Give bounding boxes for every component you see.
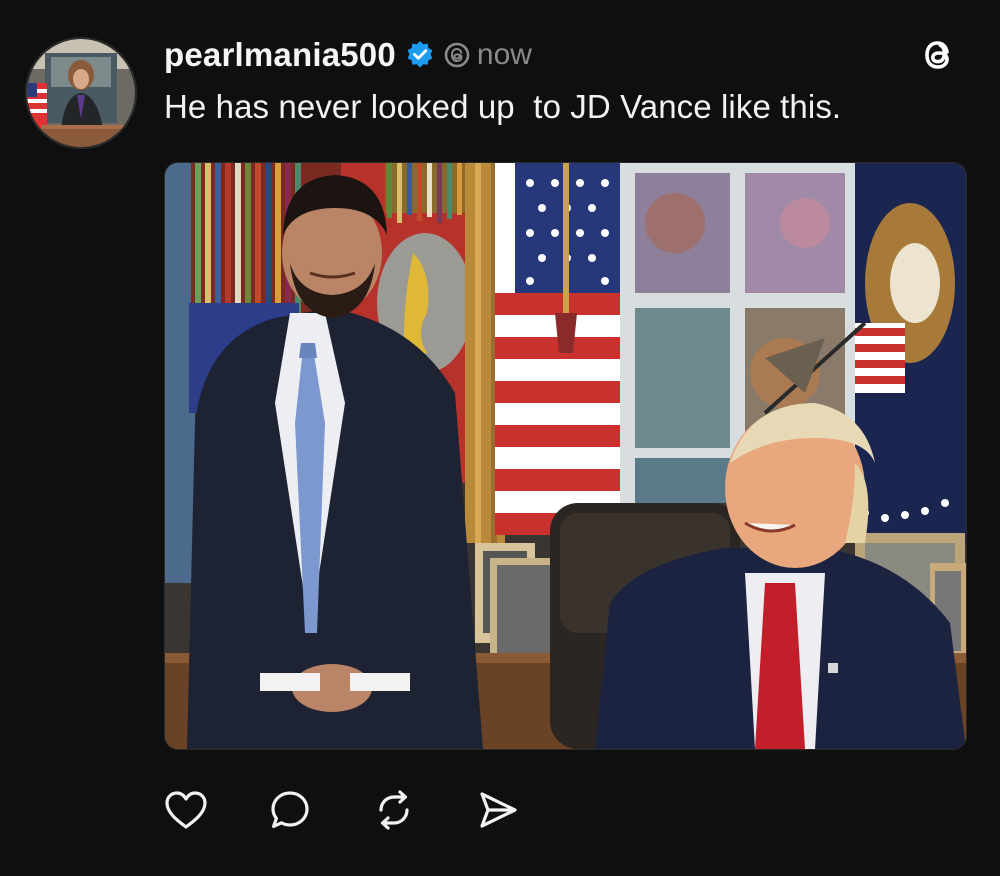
repost-icon: [379, 790, 409, 830]
post-caption: He has never looked up to JD Vance like …: [164, 88, 842, 125]
reply-button[interactable]: [266, 786, 314, 834]
threads-post: pearlmania500 now He has never looked up…: [0, 0, 1000, 876]
heart-icon: [165, 791, 207, 829]
share-button[interactable]: [474, 786, 522, 834]
threads-logo-icon: [443, 41, 471, 69]
verified-badge-icon: [405, 40, 435, 70]
profile-avatar[interactable]: [25, 37, 137, 149]
threads-logo-icon[interactable]: [916, 33, 960, 77]
username[interactable]: pearlmania500: [164, 36, 396, 74]
post-header: pearlmania500 now: [164, 33, 532, 77]
send-icon: [480, 792, 517, 828]
post-image[interactable]: [164, 162, 967, 750]
repost-button[interactable]: [370, 786, 418, 834]
post-timestamp: now: [476, 38, 532, 71]
comment-bubble-icon: [271, 791, 309, 828]
like-button[interactable]: [162, 786, 210, 834]
post-actions: [162, 786, 522, 834]
